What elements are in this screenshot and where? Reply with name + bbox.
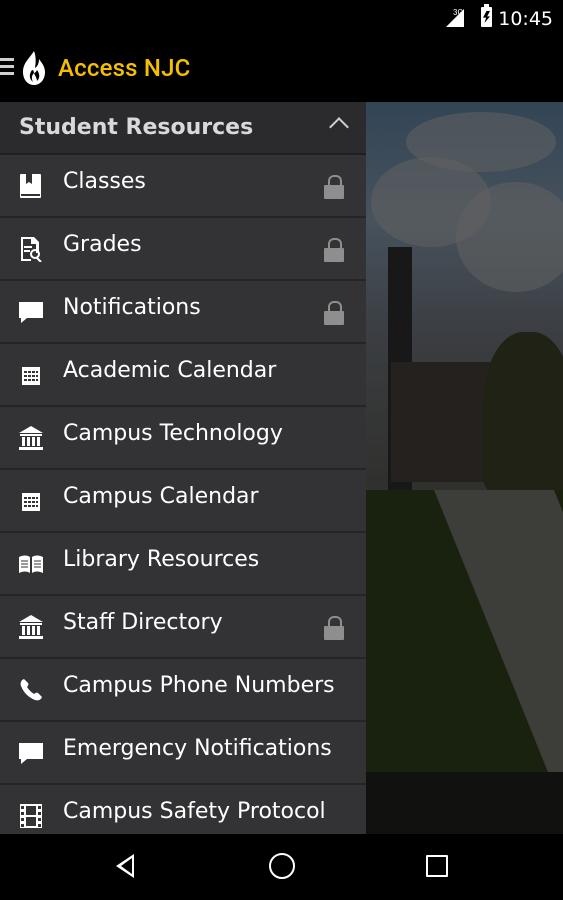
chat-bubble-icon <box>19 743 43 764</box>
drawer-item-staff-directory[interactable]: Staff Directory <box>0 596 366 659</box>
drawer-item-library-resources[interactable]: Library Resources <box>0 533 366 596</box>
status-bar: 3G 10:45 <box>0 0 563 36</box>
drawer-item-label: Library Resources <box>63 547 260 572</box>
menu-icon[interactable] <box>0 58 14 76</box>
film-icon <box>20 804 42 828</box>
lock-icon <box>324 175 344 199</box>
drawer-item-label: Emergency Notifications <box>63 736 332 761</box>
drawer-item-label: Grades <box>63 232 142 257</box>
section-title: Student Resources <box>19 115 254 140</box>
section-header-student-resources[interactable]: Student Resources <box>0 102 366 155</box>
building-icon <box>19 615 43 639</box>
drawer-item-label: Staff Directory <box>63 610 223 635</box>
drawer-item-notifications[interactable]: Notifications <box>0 281 366 344</box>
back-icon[interactable] <box>116 854 134 878</box>
phone-icon <box>20 679 42 701</box>
chat-bubble-icon <box>19 302 43 323</box>
app-bar: Access NJC <box>0 36 563 102</box>
lock-icon <box>324 238 344 262</box>
calendar-icon <box>22 493 40 511</box>
report-icon <box>21 237 42 262</box>
drawer-item-academic-calendar[interactable]: Academic Calendar <box>0 344 366 407</box>
battery-charging-icon <box>481 4 492 27</box>
flame-icon <box>23 51 45 85</box>
drawer-item-emergency-notifications[interactable]: Emergency Notifications <box>0 722 366 785</box>
home-icon[interactable] <box>269 853 295 879</box>
drawer-item-label: Campus Safety Protocol <box>63 799 326 824</box>
drawer-item-campus-technology[interactable]: Campus Technology <box>0 407 366 470</box>
app-title: Access NJC <box>58 54 191 82</box>
drawer-item-label: Campus Calendar <box>63 484 259 509</box>
drawer-item-label: Academic Calendar <box>63 358 277 383</box>
drawer-item-label: Campus Phone Numbers <box>63 673 335 698</box>
drawer-item-label: Classes <box>63 169 146 194</box>
drawer-item-grades[interactable]: Grades <box>0 218 366 281</box>
drawer-item-classes[interactable]: Classes <box>0 155 366 218</box>
drawer-item-campus-safety-protocol[interactable]: Campus Safety Protocol <box>0 785 366 834</box>
clock: 10:45 <box>498 8 553 30</box>
signal-icon <box>446 9 464 27</box>
system-navigation-bar <box>0 834 563 900</box>
lock-icon <box>324 301 344 325</box>
calendar-icon <box>22 367 40 385</box>
open-book-icon <box>19 555 43 573</box>
background-campus-image <box>366 102 563 834</box>
building-icon <box>19 426 43 450</box>
book-icon <box>20 174 41 198</box>
drawer-item-campus-phone-numbers[interactable]: Campus Phone Numbers <box>0 659 366 722</box>
navigation-drawer: Student Resources Classes Grades Notific… <box>0 102 366 834</box>
recent-apps-icon[interactable] <box>426 855 448 877</box>
lock-icon <box>324 616 344 640</box>
drawer-item-label: Campus Technology <box>63 421 283 446</box>
chevron-up-icon[interactable] <box>329 117 349 137</box>
drawer-item-label: Notifications <box>63 295 201 320</box>
drawer-item-campus-calendar[interactable]: Campus Calendar <box>0 470 366 533</box>
